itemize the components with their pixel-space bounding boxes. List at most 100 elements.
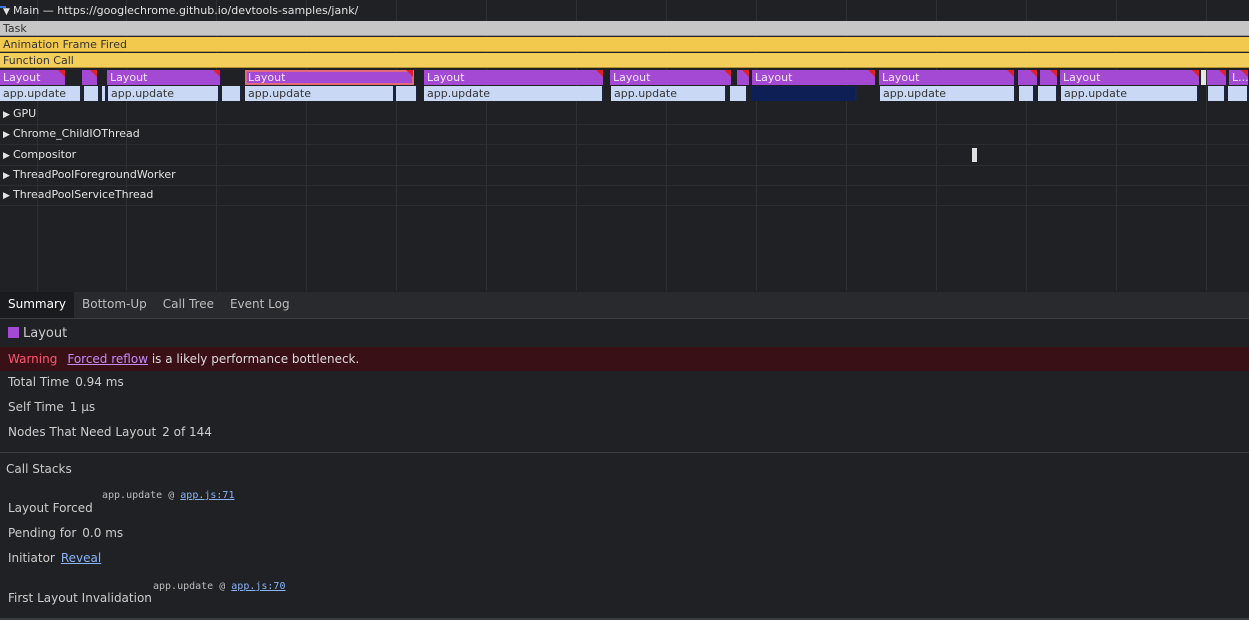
app-update-bar[interactable] [730,86,748,101]
initiator-row: Initiator Reveal [8,551,101,565]
layout-forced-function: app.update @ [102,490,181,501]
track-threadpool-service-thread[interactable]: ▶ ThreadPoolServiceThread [0,185,1249,206]
nodes-label: Nodes That Need Layout [8,425,157,439]
track-child-io-thread[interactable]: ▶ Chrome_ChildIOThread [0,124,1249,145]
function-call-label: Function Call [3,54,74,67]
total-time-row: Total Time 0.94 ms [8,375,124,389]
summary-panel: Layout Warning Forced reflow is a likely … [0,319,1249,620]
collapsed-triangle-icon: ▶ [3,110,10,120]
app-update-bar[interactable] [1208,86,1226,101]
app-update-bar[interactable] [1019,86,1035,101]
animation-frame-fired-label: Animation Frame Fired [3,38,127,51]
layout-bar[interactable] [1040,70,1058,85]
layout-bar[interactable] [1207,70,1227,85]
layout-bar-label: L... [1232,71,1249,84]
pending-row: Pending for 0.0 ms [8,526,123,540]
layout-bar[interactable] [1018,70,1038,85]
app-update-bar[interactable] [102,86,107,101]
first-invalidation-stack: app.update @ app.js:70 [153,581,285,592]
section-divider [0,452,1249,453]
animation-frame-fired-bar[interactable]: Animation Frame Fired [0,37,1249,52]
app-update-bar[interactable] [1038,86,1058,101]
initiator-label: Initiator [8,551,55,565]
first-invalidation-function: app.update @ [153,581,232,592]
tab-bottom-up[interactable]: Bottom-Up [74,292,155,318]
track-label: Compositor [13,148,77,161]
app-update-label: app.update [111,87,174,100]
total-time-value: 0.94 ms [75,375,124,389]
app-update-label: app.update [3,87,66,100]
self-time-label: Self Time [8,400,64,414]
app-update-bar[interactable]: app.update [108,86,220,101]
collapsed-triangle-icon: ▶ [3,130,10,140]
collapsed-triangle-icon: ▶ [3,171,10,181]
layout-bar-label: Layout [248,71,286,84]
collapsed-triangle-icon: ▶ [3,151,10,161]
warning-banner: Warning Forced reflow is a likely perform… [0,347,1249,371]
app-update-bar-highlighted[interactable] [751,86,857,101]
layout-bar-label: Layout [3,71,41,84]
app-update-bar[interactable]: app.update [611,86,727,101]
track-label: ThreadPoolForegroundWorker [13,168,176,181]
details-tab-bar: Summary Bottom-Up Call Tree Event Log [0,292,1249,319]
task-bar[interactable]: Task [0,21,1249,36]
call-stacks-heading: Call Stacks [6,462,72,476]
warning-label: Warning [8,352,58,366]
layout-bar[interactable]: L... [1229,70,1249,85]
app-update-bar[interactable]: app.update [424,86,604,101]
app-update-bar[interactable]: app.update [0,86,82,101]
app-update-bar[interactable] [84,86,100,101]
layout-color-swatch [8,327,19,338]
layout-bar[interactable] [82,70,98,85]
track-label: ThreadPoolServiceThread [13,188,154,201]
compositor-event-marker[interactable] [972,148,977,162]
task-bar-label: Task [3,22,27,35]
function-call-bar[interactable]: Function Call [0,53,1249,68]
layout-bar[interactable]: Layout [1060,70,1200,85]
layout-bar[interactable]: Layout [879,70,1015,85]
app-update-bar[interactable] [396,86,418,101]
pending-label: Pending for [8,526,77,540]
main-track-header[interactable]: ▼ Main — https://googlechrome.github.io/d… [3,4,358,19]
app-update-bar[interactable]: app.update [245,86,395,101]
app-update-bar[interactable]: app.update [880,86,1016,101]
layout-bar-label: Layout [1063,71,1101,84]
first-invalidation-label: First Layout Invalidation [8,591,152,605]
first-invalidation-source-link[interactable]: app.js:70 [231,581,285,592]
layout-forced-label: Layout Forced [8,501,93,515]
flame-chart[interactable]: ▼ Main — https://googlechrome.github.io/d… [0,0,1249,291]
track-gpu[interactable]: ▶ GPU [0,104,1249,125]
small-event-marker[interactable] [1201,70,1206,85]
self-time-value: 1 µs [69,400,96,414]
layout-bar-selected[interactable]: Layout [245,70,414,85]
layout-bar[interactable]: Layout [610,70,732,85]
layout-forced-source-link[interactable]: app.js:71 [180,490,234,501]
tab-summary[interactable]: Summary [0,292,74,318]
layout-bar[interactable]: Layout [752,70,876,85]
total-time-label: Total Time [8,375,70,389]
app-update-label: app.update [1064,87,1127,100]
nodes-row: Nodes That Need Layout 2 of 144 [8,425,212,439]
layout-bar[interactable]: Layout [0,70,66,85]
summary-title-text: Layout [23,326,68,341]
track-threadpool-foreground-worker[interactable]: ▶ ThreadPoolForegroundWorker [0,165,1249,186]
app-update-label: app.update [614,87,677,100]
track-compositor[interactable]: ▶ Compositor [0,145,1249,166]
app-update-bar[interactable]: app.update [1061,86,1199,101]
layout-bar-label: Layout [613,71,651,84]
layout-bar[interactable] [737,70,750,85]
app-update-bar[interactable] [222,86,242,101]
reveal-link[interactable]: Reveal [61,551,101,565]
app-update-label: app.update [883,87,946,100]
layout-forced-stack: app.update @ app.js:71 [102,490,234,501]
app-update-bar[interactable] [1228,86,1249,101]
main-track-title: Main — https://googlechrome.github.io/de… [13,4,359,17]
tab-call-tree[interactable]: Call Tree [155,292,222,318]
pending-value: 0.0 ms [82,526,124,540]
layout-bar[interactable]: Layout [424,70,604,85]
nodes-value: 2 of 144 [162,425,212,439]
layout-bar-label: Layout [755,71,793,84]
layout-bar[interactable]: Layout [107,70,221,85]
tab-event-log[interactable]: Event Log [222,292,298,318]
forced-reflow-link[interactable]: Forced reflow [67,352,148,366]
